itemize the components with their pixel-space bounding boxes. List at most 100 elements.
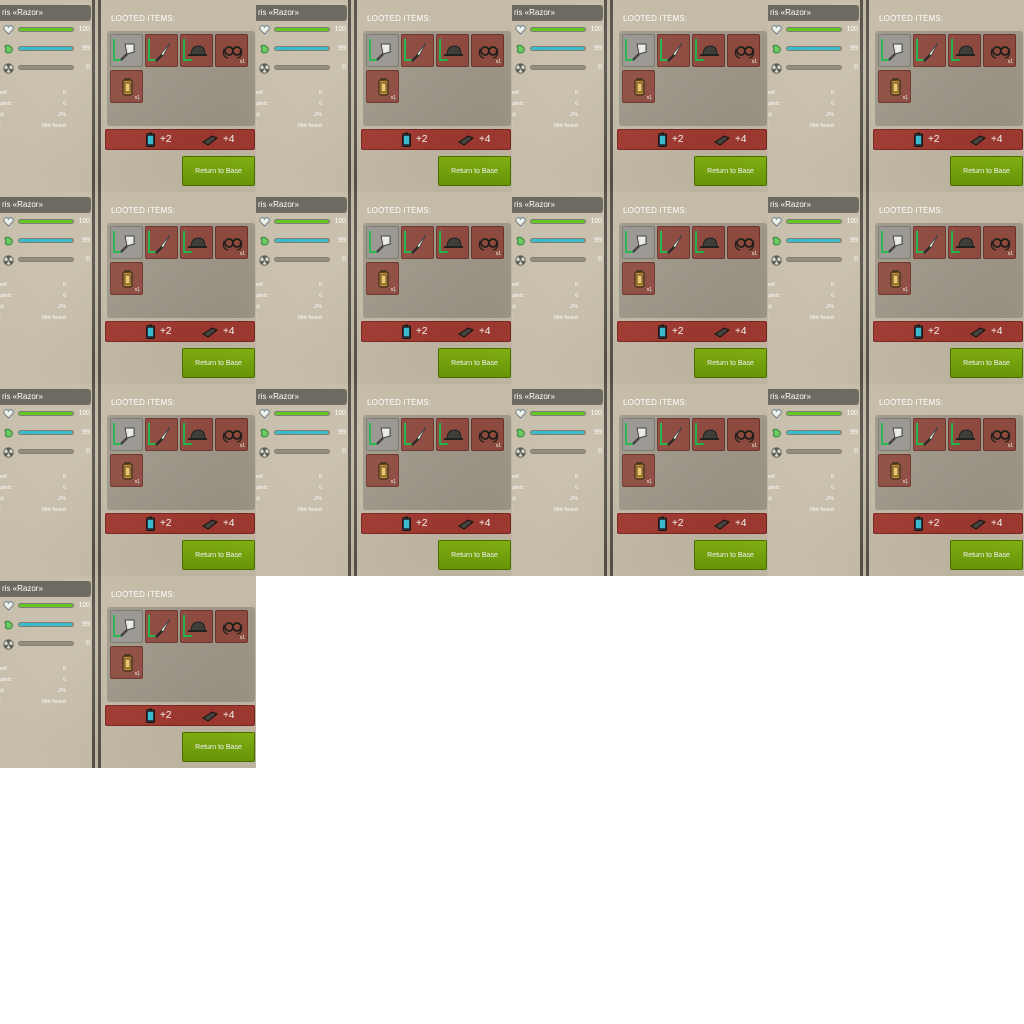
loot-slot-cap[interactable] [180,226,213,259]
loot-slot-knife[interactable] [401,226,434,259]
loot-slot-goggles[interactable]: x1 [215,226,248,259]
radiation-stat: 0 [2,446,92,458]
return-to-base-button[interactable]: Return to Base [182,732,255,762]
frame-grid: ris «Razor» 100 99 0 ed: 0 ated: 0 d: 2%… [0,0,1024,768]
loot-slot-knife[interactable] [913,34,946,67]
loot-slot-knife[interactable] [657,226,690,259]
loot-slot-cleaver[interactable] [622,34,655,67]
loot-slot-goggles[interactable]: x1 [727,418,760,451]
loot-slot-cleaver[interactable] [878,418,911,451]
loot-slot-lantern[interactable]: x1 [366,262,399,295]
health-value: 100 [846,26,858,33]
info-row: : Not found [0,506,66,515]
return-to-base-button[interactable]: Return to Base [950,156,1023,186]
radiation-icon [2,62,14,74]
health-bar-fill [19,28,73,31]
loot-slot-cap[interactable] [692,418,725,451]
loot-slot-goggles[interactable]: x1 [983,34,1016,67]
loot-slot-goggles[interactable]: x1 [471,418,504,451]
new-item-marker [916,39,918,61]
loot-slot-cap[interactable] [948,34,981,67]
return-to-base-button[interactable]: Return to Base [182,540,255,570]
loot-slot-goggles[interactable]: x1 [727,34,760,67]
loot-slot-lantern[interactable]: x1 [878,262,911,295]
loot-slot-knife[interactable] [913,226,946,259]
loot-slot-cleaver[interactable] [110,610,143,643]
info-value: 2% [314,112,322,118]
loot-slot-lantern[interactable]: x1 [878,454,911,487]
return-to-base-button[interactable]: Return to Base [950,348,1023,378]
loot-slot-cap[interactable] [436,34,469,67]
radiation-icon [770,254,782,266]
loot-slot-cleaver[interactable] [622,226,655,259]
loot-slot-cleaver[interactable] [622,418,655,451]
loot-slot-goggles[interactable]: x1 [215,34,248,67]
loot-slot-cleaver[interactable] [366,34,399,67]
loot-slot-lantern[interactable]: x1 [110,646,143,679]
stomach-icon [770,43,782,55]
return-to-base-button[interactable]: Return to Base [438,156,511,186]
loot-slot-knife[interactable] [145,418,178,451]
resource-amount: +4 [479,518,491,529]
brick-icon [970,134,986,146]
return-to-base-button[interactable]: Return to Base [694,156,767,186]
return-to-base-button[interactable]: Return to Base [182,156,255,186]
loot-slot-knife[interactable] [657,418,690,451]
cleaver-icon [888,235,903,253]
loot-slot-cleaver[interactable] [110,34,143,67]
loot-slot-goggles[interactable]: x1 [983,226,1016,259]
loot-slot-cap[interactable] [436,226,469,259]
loot-slot-cleaver[interactable] [366,226,399,259]
loot-slot-cap[interactable] [692,226,725,259]
return-to-base-button[interactable]: Return to Base [438,540,511,570]
loot-slot-goggles[interactable]: x1 [471,226,504,259]
loot-slot-cleaver[interactable] [110,418,143,451]
character-panel: ris «Razor» 100 99 0 ed: 0 ated: 0 d: 2%… [512,192,607,384]
loot-slot-knife[interactable] [913,418,946,451]
info-value: 2% [570,112,578,118]
loot-slot-lantern[interactable]: x1 [366,70,399,103]
loot-slot-lantern[interactable]: x1 [366,454,399,487]
loot-slot-goggles[interactable]: x1 [983,418,1016,451]
health-bar-fill [787,220,841,223]
return-to-base-button[interactable]: Return to Base [182,348,255,378]
loot-slot-knife[interactable] [657,34,690,67]
return-to-base-button[interactable]: Return to Base [950,540,1023,570]
hunger-bar [274,46,330,51]
resources-bar: +2 +4 [105,321,255,342]
info-value: 0 [62,666,66,672]
loot-slot-cap[interactable] [180,610,213,643]
loot-slot-cap[interactable] [180,34,213,67]
loot-slot-cap[interactable] [436,418,469,451]
loot-slot-lantern[interactable]: x1 [110,262,143,295]
loot-slot-goggles[interactable]: x1 [215,610,248,643]
return-to-base-button[interactable]: Return to Base [438,348,511,378]
loot-slot-cap[interactable] [692,34,725,67]
loot-slot-cap[interactable] [948,226,981,259]
loot-slot-cleaver[interactable] [878,34,911,67]
loot-slot-cleaver[interactable] [110,226,143,259]
loot-slot-goggles[interactable]: x1 [727,226,760,259]
loot-slot-knife[interactable] [401,34,434,67]
loot-slot-goggles[interactable]: x1 [471,34,504,67]
return-to-base-button[interactable]: Return to Base [694,540,767,570]
loot-slot-cap[interactable] [948,418,981,451]
looted-items-panel: LOOTED ITEMS: x1 x1 +2 +4 Return to Base [98,0,256,192]
cleaver-icon [888,43,903,61]
loot-slot-cleaver[interactable] [878,226,911,259]
loot-slot-cleaver[interactable] [366,418,399,451]
loot-slot-cap[interactable] [180,418,213,451]
loot-slot-knife[interactable] [145,226,178,259]
loot-slot-lantern[interactable]: x1 [622,454,655,487]
info-label: ed: [256,90,264,96]
loot-slot-knife[interactable] [145,610,178,643]
loot-slot-knife[interactable] [401,418,434,451]
return-to-base-button[interactable]: Return to Base [694,348,767,378]
loot-slot-lantern[interactable]: x1 [110,454,143,487]
loot-slot-goggles[interactable]: x1 [215,418,248,451]
loot-slot-lantern[interactable]: x1 [878,70,911,103]
loot-slot-lantern[interactable]: x1 [622,70,655,103]
loot-slot-lantern[interactable]: x1 [110,70,143,103]
loot-slot-knife[interactable] [145,34,178,67]
loot-slot-lantern[interactable]: x1 [622,262,655,295]
